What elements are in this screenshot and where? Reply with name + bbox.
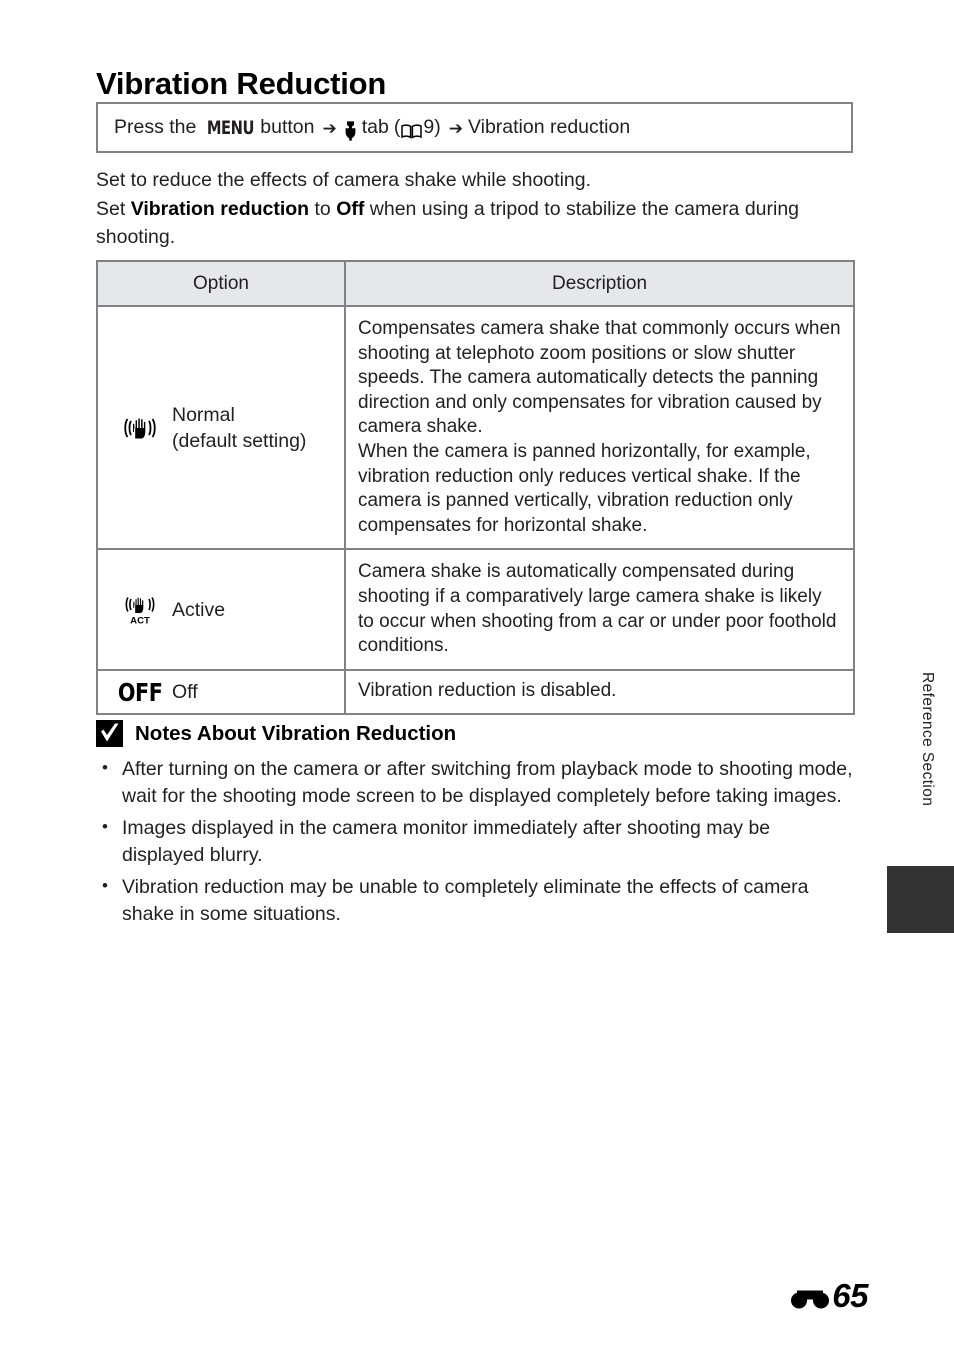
page-title: Vibration Reduction xyxy=(96,65,387,101)
intro-line2-part-a: Set xyxy=(96,197,131,220)
table-header-row: Option Description xyxy=(96,260,855,307)
menu-button-label: MENU xyxy=(207,116,255,139)
arrow-right-icon: ➔ xyxy=(322,118,337,138)
option-cell-off: OFF Off xyxy=(96,668,346,716)
notes-list: After turning on the camera or after swi… xyxy=(96,755,856,927)
book-icon xyxy=(401,122,423,139)
breadcrumb-button-word: button xyxy=(260,116,315,138)
arrow-right-icon-2: ➔ xyxy=(448,118,463,138)
wrench-icon xyxy=(343,120,358,141)
notes-section: Notes About Vibration Reduction After tu… xyxy=(96,720,856,933)
list-item: Vibration reduction may be unable to com… xyxy=(96,873,856,927)
side-tab-label: Reference Section xyxy=(919,672,936,807)
page-number: 65 xyxy=(832,1277,868,1314)
intro-line-1: Set to reduce the effects of camera shak… xyxy=(96,169,592,191)
intro-line2-part-b: to xyxy=(309,197,337,220)
table-row: Normal (default setting) Compensates cam… xyxy=(96,304,855,551)
list-item: Images displayed in the camera monitor i… xyxy=(96,814,856,868)
document-page: Vibration Reduction Press the MENU butto… xyxy=(0,0,954,1345)
option-label-normal: Normal (default setting) xyxy=(172,402,306,454)
column-header-description: Description xyxy=(344,260,855,307)
option-label-off: Off xyxy=(172,679,198,705)
notes-heading: Notes About Vibration Reduction xyxy=(96,720,856,747)
description-cell-active: Camera shake is automatically compensate… xyxy=(344,548,855,671)
option-label-active: Active xyxy=(172,597,225,623)
list-item: After turning on the camera or after swi… xyxy=(96,755,856,809)
breadcrumb-tab-word: tab xyxy=(361,116,389,138)
intro-bold-vibration-reduction: Vibration reduction xyxy=(130,197,310,220)
table-row: ACT Active Camera shake is automatically… xyxy=(96,548,855,671)
option-cell-normal: Normal (default setting) xyxy=(96,304,346,551)
off-icon-text: OFF xyxy=(117,677,163,707)
breadcrumb-press-the: Press the xyxy=(114,116,197,138)
notes-title: Notes About Vibration Reduction xyxy=(135,721,457,745)
breadcrumb-paren-close: ) xyxy=(434,116,441,138)
table-row: OFF Off Vibration reduction is disabled. xyxy=(96,668,855,716)
side-tab-marker xyxy=(887,866,954,933)
vibration-reduction-options-table: Option Description Normal (default setti… xyxy=(96,260,855,716)
breadcrumb-paren-open: ( xyxy=(393,116,401,138)
option-label-active-line1: Active xyxy=(172,598,226,621)
page-footer: 65 xyxy=(790,1277,868,1315)
svg-text:ACT: ACT xyxy=(130,615,150,625)
vibration-reduction-active-icon: ACT xyxy=(108,595,172,625)
vibration-reduction-off-icon: OFF xyxy=(108,678,172,707)
option-label-off-line1: Off xyxy=(172,681,198,704)
option-cell-active: ACT Active xyxy=(96,548,346,671)
checkmark-icon xyxy=(96,720,123,747)
option-label-normal-line1: Normal xyxy=(172,403,235,426)
description-cell-normal: Compensates camera shake that commonly o… xyxy=(344,304,855,551)
vibration-reduction-normal-icon xyxy=(108,415,172,441)
intro-bold-off: Off xyxy=(336,197,365,220)
intro-paragraph: Set to reduce the effects of camera shak… xyxy=(96,166,856,252)
column-header-option: Option xyxy=(96,260,346,307)
description-cell-off: Vibration reduction is disabled. xyxy=(344,668,855,716)
breadcrumb-ref-page: 9 xyxy=(423,116,435,138)
option-label-normal-line2: (default setting) xyxy=(172,429,307,452)
intro-line-2: Set Vibration reduction to Off when usin… xyxy=(96,195,856,252)
breadcrumb-destination: Vibration reduction xyxy=(467,116,631,138)
reference-section-symbol-icon xyxy=(790,1285,830,1311)
menu-path-breadcrumb: Press the MENU button ➔ tab ( 9 ) ➔ Vibr… xyxy=(96,102,853,153)
